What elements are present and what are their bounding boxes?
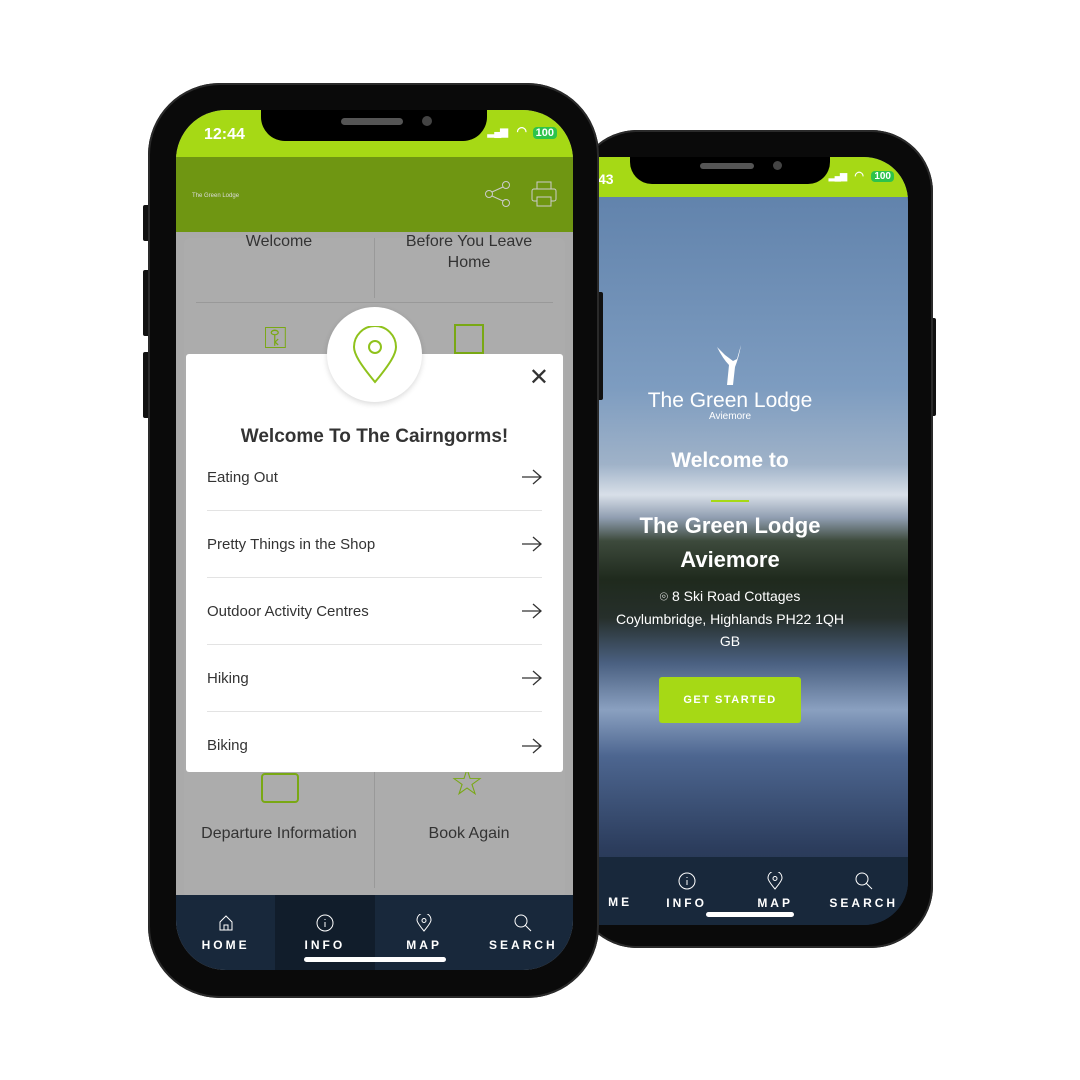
signal-icon: ▂▄▆: [487, 127, 508, 138]
home-icon: [219, 914, 233, 930]
close-button[interactable]: ✕: [529, 366, 549, 390]
grid-item-welcome[interactable]: Welcome: [184, 231, 374, 252]
status-time: 12:44: [204, 126, 245, 143]
wifi-icon: ◠: [516, 124, 527, 138]
divider: [711, 500, 749, 502]
share-icon[interactable]: [484, 180, 512, 208]
location-pin-icon: ⌾: [659, 588, 672, 604]
house-icon: [454, 324, 484, 354]
address-line1: 8 Ski Road Cottages: [671, 588, 801, 604]
logo-text: The Green Lodge: [647, 389, 813, 412]
nav-label: SEARCH: [489, 937, 558, 952]
info-icon: [678, 872, 696, 890]
list-item-label: Biking: [207, 737, 248, 754]
modal-list-item[interactable]: Pretty Things in the Shop: [207, 511, 542, 578]
front-phone-screen: 12:44 100 ◠ ▂▄▆ The Green Lodge Welcome …: [176, 110, 573, 970]
nav-home[interactable]: HOME: [176, 895, 275, 970]
notch: [630, 157, 830, 184]
nav-label: SEARCH: [829, 896, 899, 910]
logo-subtext: Aviemore: [708, 411, 752, 422]
arrow-right-icon: [522, 670, 542, 686]
modal-list-item[interactable]: Hiking: [207, 645, 542, 712]
nav-search[interactable]: SEARCH: [474, 895, 573, 970]
home-indicator: [706, 912, 794, 917]
map-pin-icon: [416, 913, 432, 932]
modal-list-item[interactable]: Outdoor Activity Centres: [207, 578, 542, 645]
address-line3: GB: [719, 633, 741, 649]
nav-label: MAP: [757, 896, 793, 910]
list-item-label: Eating Out: [207, 468, 278, 486]
nav-label: ME: [608, 895, 633, 909]
printer-icon[interactable]: [530, 180, 558, 208]
home-icon: [612, 873, 628, 889]
front-phone: 12:44 100 ◠ ▂▄▆ The Green Lodge Welcome …: [148, 83, 599, 998]
nav-search[interactable]: SEARCH: [819, 857, 908, 925]
nav-label: INFO: [304, 937, 346, 952]
notch: [261, 110, 487, 141]
arrow-right-icon: [522, 469, 542, 485]
grid-item-departure-information[interactable]: Departure Information: [184, 823, 374, 844]
arrow-right-icon: [522, 536, 542, 552]
modal-list-item[interactable]: Eating Out: [207, 444, 542, 511]
map-pin-icon: [352, 325, 397, 384]
modal-dialog: ✕ Welcome To The Cairngorms! Eating Out P…: [186, 354, 563, 772]
search-icon: [855, 872, 873, 890]
nav-label: HOME: [201, 937, 250, 952]
get-started-button[interactable]: GET STARTED: [659, 677, 801, 723]
back-phone-screen: 43 100 ◠ ▂▄▆ The Green Lodge Aviemore We…: [598, 157, 908, 925]
map-pin-icon: [767, 872, 783, 890]
battery-indicator: 100: [871, 171, 894, 182]
modal-list-item[interactable]: Biking: [207, 712, 542, 779]
search-icon: [514, 914, 532, 931]
arrow-right-icon: [522, 603, 542, 619]
battery-indicator: 100: [532, 127, 557, 139]
address-line2: Coylumbridge, Highlands PH22 1QH: [616, 611, 844, 627]
grid-item-book-again[interactable]: Book Again: [374, 823, 564, 844]
nav-home[interactable]: ME: [598, 857, 642, 925]
arrow-right-icon: [522, 738, 542, 753]
signal-icon: ▂▄▆: [828, 171, 847, 181]
status-time: 43: [598, 171, 614, 187]
app-header: The Green Lodge: [176, 157, 573, 232]
key-icon: ⚿: [264, 322, 287, 355]
list-item-label: Outdoor Activity Centres: [207, 602, 369, 620]
lodge-title-line2: Aviemore: [680, 547, 780, 572]
wifi-icon: ◠: [854, 170, 864, 182]
home-indicator: [304, 957, 446, 962]
back-phone: 43 100 ◠ ▂▄▆ The Green Lodge Aviemore We…: [575, 130, 933, 948]
nav-label: INFO: [666, 896, 707, 910]
nav-label: MAP: [406, 937, 442, 952]
modal-icon-badge: [327, 307, 422, 402]
modal-list: Eating Out Pretty Things in the Shop Outdo…: [186, 444, 563, 779]
list-item-label: Hiking: [207, 669, 249, 687]
lodge-title: The Green Lodge: [639, 513, 821, 538]
antler-logo-icon: [717, 345, 741, 385]
header-logo: The Green Lodge: [192, 193, 240, 199]
list-item-label: Pretty Things in the Shop: [207, 535, 376, 553]
info-icon: [316, 914, 334, 931]
grid-item-before-you-leave[interactable]: Before You Leave Home: [394, 231, 544, 273]
welcome-heading: Welcome to: [671, 449, 789, 472]
